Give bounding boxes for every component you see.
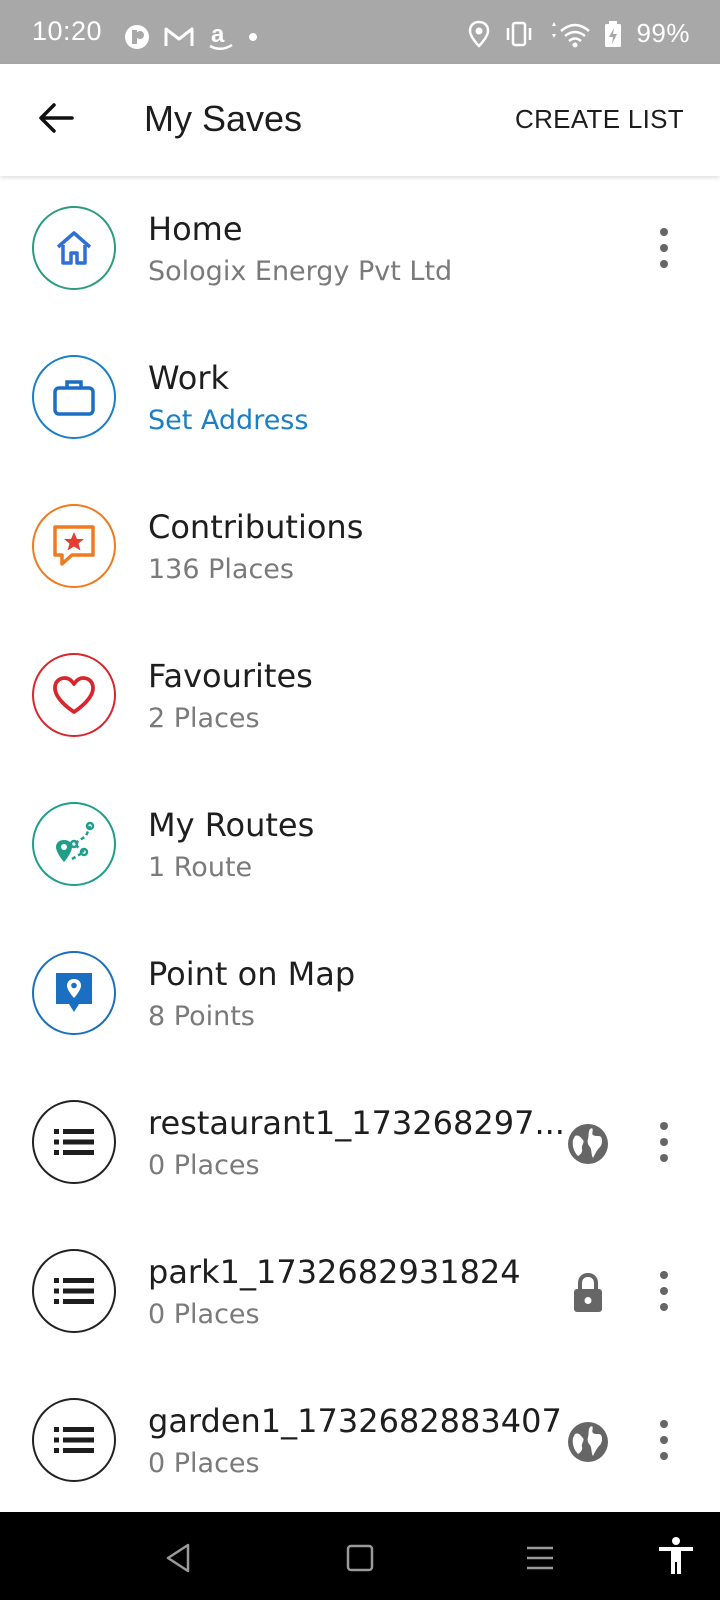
set-address-link[interactable]: Set Address	[148, 405, 308, 436]
page-title: My Saves	[144, 98, 303, 139]
system-nav-bar	[0, 1512, 720, 1600]
recents-nav-icon[interactable]	[522, 1540, 558, 1576]
list-icon	[54, 1427, 94, 1453]
battery-percent: 99%	[636, 18, 690, 48]
route-icon	[56, 821, 95, 862]
item-subtitle: 0 Places	[148, 1150, 260, 1181]
item-title: park1_1732682931824	[148, 1253, 521, 1291]
location-icon	[469, 20, 490, 48]
item-title: Contributions	[148, 508, 364, 546]
list-item-home[interactable]: Home Sologix Energy Pvt Ltd	[0, 176, 720, 325]
item-subtitle: 136 Places	[148, 554, 294, 585]
item-title: My Routes	[148, 806, 315, 844]
globe-icon	[568, 1124, 608, 1164]
item-title: Home	[148, 210, 243, 248]
more-options-icon[interactable]	[654, 1122, 674, 1162]
list-icon	[54, 1278, 94, 1304]
home-nav-icon[interactable]	[342, 1540, 378, 1576]
more-options-icon[interactable]	[654, 228, 674, 268]
vibrate-icon	[507, 21, 532, 46]
home-icon	[56, 231, 92, 265]
more-options-icon[interactable]	[654, 1420, 674, 1460]
create-list-button[interactable]: CREATE LIST	[515, 104, 684, 135]
list-item-garden1[interactable]: garden1_1732682883407 0 Places	[0, 1368, 720, 1517]
item-subtitle: 0 Places	[148, 1448, 260, 1479]
back-arrow-icon[interactable]	[36, 98, 76, 138]
status-bar: 10:20 a 99%	[0, 0, 720, 64]
item-subtitle: Sologix Energy Pvt Ltd	[148, 256, 453, 287]
amazon-icon: a	[209, 22, 233, 50]
list-item-favourites[interactable]: Favourites 2 Places	[0, 623, 720, 772]
svg-text:a: a	[211, 22, 225, 48]
saves-list: Home Sologix Energy Pvt Ltd Work Set Add…	[0, 176, 720, 1517]
list-icon	[54, 1129, 94, 1155]
battery-charging-icon	[605, 20, 622, 47]
contribution-star-icon	[53, 525, 95, 566]
item-subtitle: 1 Route	[148, 852, 253, 883]
item-title: garden1_1732682883407	[148, 1402, 562, 1440]
map-pin-icon	[56, 973, 92, 1012]
briefcase-icon	[53, 380, 95, 416]
lock-icon	[574, 1272, 602, 1312]
item-subtitle: 2 Places	[148, 703, 260, 734]
item-title: Point on Map	[148, 955, 356, 993]
notification-app-icon	[125, 25, 149, 49]
item-title: restaurant1_173268297...	[148, 1104, 565, 1142]
heart-icon	[53, 676, 95, 714]
list-item-work[interactable]: Work Set Address	[0, 325, 720, 474]
item-subtitle: 0 Places	[148, 1299, 260, 1330]
item-subtitle: 8 Points	[148, 1001, 255, 1032]
list-item-park1[interactable]: park1_1732682931824 0 Places	[0, 1219, 720, 1368]
more-options-icon[interactable]	[654, 1271, 674, 1311]
accessibility-icon[interactable]	[656, 1536, 696, 1576]
list-item-restaurant1[interactable]: restaurant1_173268297... 0 Places	[0, 1070, 720, 1219]
back-nav-icon[interactable]	[160, 1540, 196, 1576]
dot-icon	[249, 33, 257, 41]
globe-icon	[568, 1422, 608, 1462]
item-title: Favourites	[148, 657, 313, 695]
wifi-icon	[552, 21, 591, 47]
list-item-contributions[interactable]: Contributions 136 Places	[0, 474, 720, 623]
list-item-point-on-map[interactable]: Point on Map 8 Points	[0, 921, 720, 1070]
app-bar: My Saves CREATE LIST	[0, 64, 720, 176]
list-item-my-routes[interactable]: My Routes 1 Route	[0, 772, 720, 921]
status-time: 10:20	[32, 16, 103, 46]
gmail-icon	[164, 27, 194, 46]
item-title: Work	[148, 359, 230, 397]
